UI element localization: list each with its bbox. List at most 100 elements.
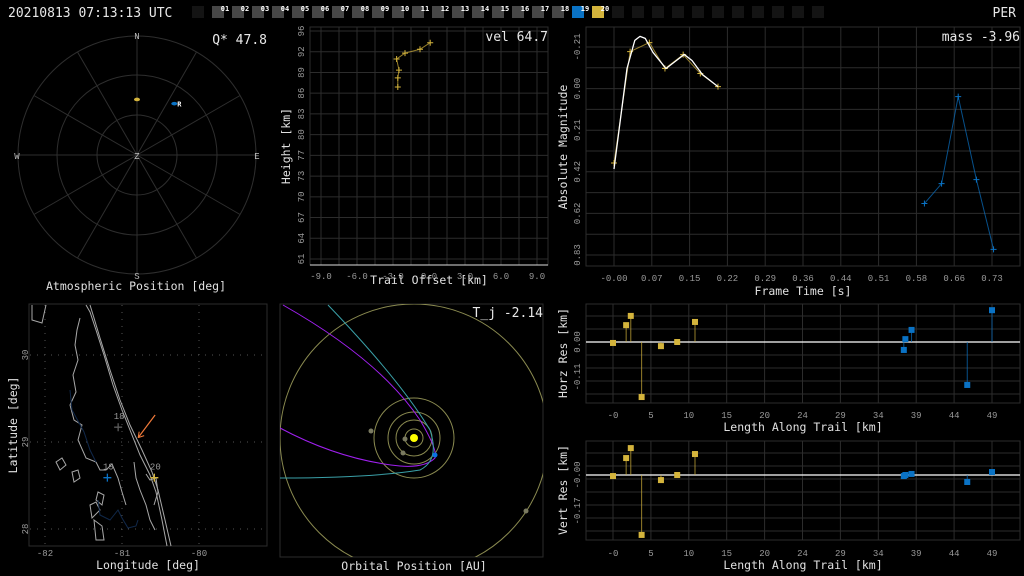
y-tick-label: -0.21 bbox=[573, 33, 583, 60]
frame-box[interactable] bbox=[792, 6, 804, 18]
data-point bbox=[427, 39, 434, 46]
dashboard: 20210813 07:13:13 UTC PER 01 02 03 04 05 06 07… bbox=[6, 5, 1021, 573]
frame-box[interactable] bbox=[812, 6, 824, 18]
frame-box[interactable]: 11 bbox=[412, 5, 429, 18]
frame-box[interactable]: 08 bbox=[352, 5, 369, 18]
x-tick-label: 0.51 bbox=[868, 274, 890, 284]
x-tick-label: 39 bbox=[911, 411, 922, 421]
frame-box[interactable]: 20 bbox=[592, 5, 609, 18]
azimuth-spoke bbox=[136, 154, 197, 259]
height-chart: -9.0 -6.0 -3.0 0.0 3.0 6.0 9.09692898683807773… bbox=[279, 26, 549, 287]
frame-box[interactable]: 14 bbox=[472, 5, 489, 18]
map-xlabel: Longitude [deg] bbox=[96, 558, 200, 572]
frame-box[interactable] bbox=[692, 6, 704, 18]
frame-box[interactable] bbox=[612, 6, 624, 18]
chart-annotation: vel 64.7 bbox=[485, 30, 548, 45]
residual-point bbox=[902, 336, 909, 343]
timestamp: 20210813 07:13:13 UTC bbox=[8, 6, 172, 21]
y-tick-label: 70 bbox=[297, 191, 307, 202]
frame-box[interactable] bbox=[712, 6, 724, 18]
x-axis-label: Length Along Trail [km] bbox=[723, 558, 882, 572]
data-point bbox=[955, 93, 962, 100]
frame-box[interactable]: 03 bbox=[252, 5, 269, 18]
cardinal-west: W bbox=[14, 152, 20, 162]
frame-box[interactable]: 01 bbox=[212, 5, 229, 18]
frame-box[interactable]: 13 bbox=[452, 5, 469, 18]
x-tick-label: 10 bbox=[683, 549, 694, 559]
coastline bbox=[31, 304, 172, 547]
frame-label: 11 bbox=[421, 5, 429, 13]
residual-point bbox=[674, 339, 681, 345]
trajectory-arrow bbox=[137, 414, 156, 439]
frame-label: 10 bbox=[401, 5, 409, 13]
x-tick-label: 0.73 bbox=[981, 274, 1003, 284]
frame-label: 17 bbox=[541, 5, 549, 13]
azimuth-spoke bbox=[136, 51, 197, 156]
x-tick-label: -6.0 bbox=[346, 272, 368, 282]
frame-label: 09 bbox=[381, 5, 389, 13]
frame-label: 06 bbox=[321, 5, 329, 13]
station-position-marker bbox=[134, 97, 140, 102]
residual-point bbox=[989, 307, 995, 314]
residual-point bbox=[610, 473, 616, 480]
orbital-position-panel: T_j -2.14 Orbital Position [AU] bbox=[279, 303, 544, 573]
planet-dot bbox=[400, 450, 406, 456]
station-label: 19 bbox=[103, 463, 114, 473]
frame-box[interactable]: 15 bbox=[492, 5, 509, 18]
y-tick-label: 80 bbox=[297, 129, 307, 140]
orbit-frame bbox=[279, 303, 544, 558]
map-grid: -82 -81 -80302928 bbox=[21, 305, 267, 559]
frame-label: 13 bbox=[461, 5, 469, 13]
residual-point bbox=[691, 451, 698, 458]
x-tick-label: 0.15 bbox=[679, 274, 701, 284]
frame-box[interactable]: 05 bbox=[292, 5, 309, 18]
frame-label: 12 bbox=[441, 5, 449, 13]
residual-point bbox=[627, 312, 634, 319]
x-tick-label: 5 bbox=[648, 411, 653, 421]
x-tick-label: 6.0 bbox=[493, 272, 509, 282]
residual-point bbox=[657, 343, 664, 350]
y-tick-label: 0.21 bbox=[573, 119, 583, 141]
x-axis-label: Frame Time [s] bbox=[755, 284, 852, 298]
frame-box[interactable]: 04 bbox=[272, 5, 289, 18]
frame-box[interactable]: 02 bbox=[232, 5, 249, 18]
x-tick-label: -0.00 bbox=[600, 274, 627, 284]
map-ylabel: Latitude [deg] bbox=[6, 377, 20, 474]
y-tick-label: 67 bbox=[297, 212, 307, 223]
shower-code: PER bbox=[993, 6, 1017, 21]
q-star-annotation: Q* 47.8 bbox=[212, 33, 267, 48]
x-tick-label: 0.44 bbox=[830, 274, 852, 284]
residual-point bbox=[638, 394, 645, 401]
frame-box[interactable] bbox=[672, 6, 684, 18]
frame-box[interactable]: 17 bbox=[532, 5, 549, 18]
frame-box[interactable]: 06 bbox=[312, 5, 329, 18]
frame-box[interactable]: 09 bbox=[372, 5, 389, 18]
station-label: 18 bbox=[114, 412, 125, 422]
frame-box[interactable] bbox=[732, 6, 744, 18]
residual-point bbox=[900, 346, 907, 353]
zenith-label: Z bbox=[134, 152, 140, 162]
data-point bbox=[402, 50, 408, 57]
frame-box[interactable]: 12 bbox=[432, 5, 449, 18]
map-y-tick: 28 bbox=[21, 524, 31, 535]
frame-label: 02 bbox=[241, 5, 249, 13]
residual-point bbox=[674, 472, 681, 478]
frame-box[interactable]: 07 bbox=[332, 5, 349, 18]
frame-box[interactable] bbox=[632, 6, 644, 18]
x-tick-label: -0 bbox=[608, 411, 619, 421]
frame-box[interactable] bbox=[772, 6, 784, 18]
frame-box[interactable]: 10 bbox=[392, 5, 409, 18]
y-axis-label: Absolute Magnitude bbox=[556, 85, 570, 210]
planet-dot bbox=[523, 508, 529, 514]
cardinal-north: N bbox=[134, 32, 139, 42]
frame-box[interactable]: 19 bbox=[572, 5, 589, 18]
frame-box[interactable] bbox=[652, 6, 664, 18]
frame-box[interactable] bbox=[192, 6, 204, 18]
x-tick-label: 44 bbox=[949, 411, 960, 421]
frame-box[interactable]: 16 bbox=[512, 5, 529, 18]
frame-box[interactable] bbox=[752, 6, 764, 18]
x-tick-label: 49 bbox=[987, 549, 998, 559]
y-tick-label: 64 bbox=[297, 233, 307, 244]
y-axis-label: Horz Res [km] bbox=[556, 308, 570, 398]
frame-box[interactable]: 18 bbox=[552, 5, 569, 18]
